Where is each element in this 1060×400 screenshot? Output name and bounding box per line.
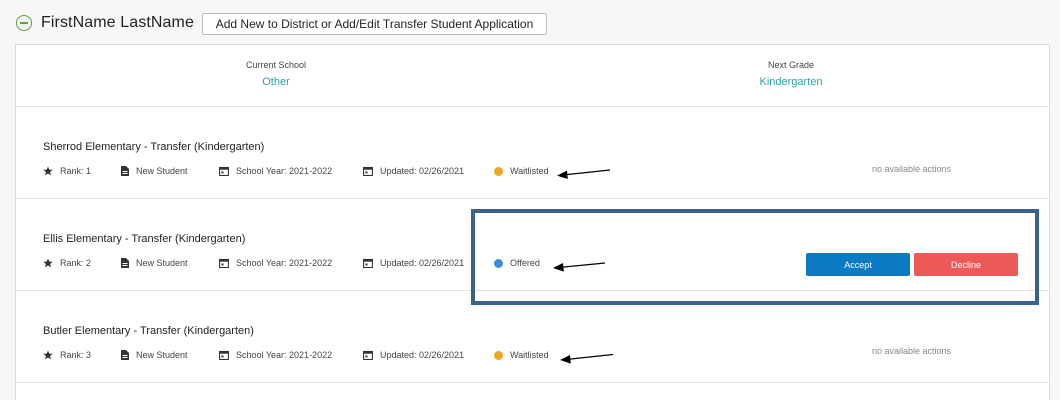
student-name: FirstName LastName <box>41 14 194 31</box>
star-icon <box>43 166 53 176</box>
calendar-icon <box>363 350 373 360</box>
application-title: Sherrod Elementary - Transfer (Kindergar… <box>43 141 265 153</box>
updated-text: Updated: 02/26/2021 <box>380 350 465 360</box>
school-year-text: School Year: 2021-2022 <box>236 350 333 360</box>
current-school-value: Other <box>262 76 290 88</box>
rank: Rank: 1 <box>43 166 91 176</box>
document-icon <box>121 166 129 176</box>
school-year-text: School Year: 2021-2022 <box>236 258 333 268</box>
rank: Rank: 2 <box>43 258 91 268</box>
student-type: New Student <box>121 258 188 268</box>
document-icon <box>121 258 129 268</box>
offered-highlight-box <box>471 209 1039 305</box>
school-year: School Year: 2021-2022 <box>219 350 332 360</box>
calendar-icon <box>219 258 229 268</box>
application-title: Butler Elementary - Transfer (Kindergart… <box>43 325 254 337</box>
star-icon <box>43 350 53 360</box>
status-dot <box>494 350 503 360</box>
application-title: Ellis Elementary - Transfer (Kindergarte… <box>43 233 246 245</box>
student-header: FirstName LastName <box>16 10 194 36</box>
student-type-text: New Student <box>136 166 188 176</box>
current-school-label: Current School <box>245 60 307 70</box>
student-summary: Current School Other Next Grade Kinderga… <box>16 45 1049 107</box>
updated-date: Updated: 02/26/2021 <box>363 166 464 176</box>
calendar-icon <box>363 166 373 176</box>
arrow-annotation-icon <box>553 262 606 272</box>
updated-text: Updated: 02/26/2021 <box>380 166 465 176</box>
school-year: School Year: 2021-2022 <box>219 258 332 268</box>
calendar-icon <box>219 166 229 176</box>
add-edit-application-button[interactable]: Add New to District or Add/Edit Transfer… <box>202 13 547 35</box>
arrow-annotation-icon <box>557 169 611 179</box>
status-dot <box>494 166 503 176</box>
rank-text: Rank: 2 <box>60 258 92 268</box>
arrow-annotation-icon <box>560 353 614 364</box>
status-badge: Waitlisted <box>494 166 549 176</box>
updated-date: Updated: 02/26/2021 <box>363 350 464 360</box>
status-text: Waitlisted <box>510 166 549 176</box>
application-row: Sherrod Elementary - Transfer (Kindergar… <box>16 107 1049 199</box>
school-year-text: School Year: 2021-2022 <box>236 166 333 176</box>
document-icon <box>121 350 129 360</box>
no-actions-text: no available actions <box>872 346 952 356</box>
no-actions-text: no available actions <box>872 164 952 174</box>
calendar-icon <box>363 258 373 268</box>
next-grade: Next Grade Kindergarten <box>641 60 941 88</box>
current-school: Current School Other <box>126 60 426 88</box>
student-type: New Student <box>121 350 188 360</box>
school-year: School Year: 2021-2022 <box>219 166 332 176</box>
status-text: Waitlisted <box>510 350 549 360</box>
rank-text: Rank: 3 <box>60 350 92 360</box>
status-badge: Waitlisted <box>494 350 549 360</box>
student-type-text: New Student <box>136 350 188 360</box>
updated-date: Updated: 02/26/2021 <box>363 258 464 268</box>
calendar-icon <box>219 350 229 360</box>
next-grade-value: Kindergarten <box>759 76 823 88</box>
student-type-text: New Student <box>136 258 188 268</box>
rank: Rank: 3 <box>43 350 91 360</box>
updated-text: Updated: 02/26/2021 <box>380 258 465 268</box>
next-grade-label: Next Grade <box>767 60 815 70</box>
minus-circle-icon[interactable] <box>16 15 32 31</box>
star-icon <box>43 258 53 268</box>
rank-text: Rank: 1 <box>60 166 92 176</box>
student-type: New Student <box>121 166 188 176</box>
